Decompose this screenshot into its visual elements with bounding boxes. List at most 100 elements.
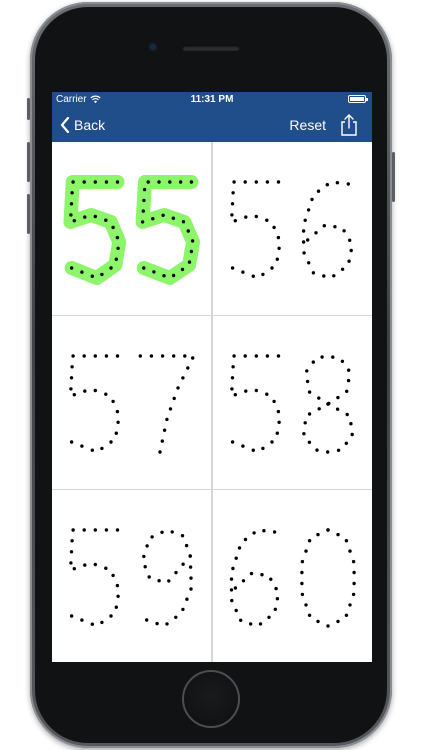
trace-dot <box>69 202 74 206</box>
trace-dot <box>316 189 321 193</box>
trace-dot <box>315 448 319 452</box>
status-bar: Carrier 11:31 PM <box>52 92 372 108</box>
back-label: Back <box>74 117 106 133</box>
trace-dot <box>243 180 247 184</box>
trace-dot <box>348 549 352 553</box>
trace-dot <box>276 235 281 240</box>
trace-dot <box>350 432 354 437</box>
trace-dot <box>276 409 281 414</box>
trace-dot <box>185 597 189 601</box>
trace-dot <box>104 218 108 222</box>
trace-dot <box>300 581 304 586</box>
trace-dot <box>147 575 151 579</box>
trace-dot <box>300 592 305 597</box>
trace-dot <box>70 365 74 369</box>
home-button[interactable] <box>182 670 240 728</box>
trace-dot <box>187 260 192 264</box>
trace-dot <box>274 586 278 591</box>
tracing-cell-57[interactable] <box>52 316 211 489</box>
trace-dot <box>80 618 84 622</box>
digit-canvas[interactable] <box>213 316 372 489</box>
trace-dot <box>340 359 345 363</box>
trace-dot <box>69 376 74 380</box>
trace-dot <box>345 389 349 393</box>
trace-dot <box>93 354 97 358</box>
trace-dot <box>71 180 75 184</box>
tracing-cell-60[interactable] <box>213 490 372 662</box>
trace-dot <box>307 261 311 265</box>
trace-dot <box>272 225 276 230</box>
trace-dot <box>258 622 263 626</box>
trace-dot <box>104 528 109 532</box>
trace-dot <box>310 197 314 202</box>
trace-dot <box>326 624 330 628</box>
trace-dot <box>69 614 74 618</box>
trace-dot <box>249 622 253 626</box>
trace-dot <box>161 213 165 217</box>
trace-dot <box>115 180 120 184</box>
trace-dot <box>100 272 104 277</box>
trace-dot <box>114 257 118 261</box>
trace-dot <box>232 354 236 358</box>
trace-dot <box>346 182 350 186</box>
trace-dot <box>188 554 192 558</box>
trace-dot <box>157 579 161 583</box>
trace-dot <box>72 219 76 223</box>
trace-dot <box>347 259 351 263</box>
digit-canvas[interactable] <box>52 490 211 662</box>
digit-canvas[interactable] <box>213 490 372 662</box>
trace-dot <box>230 598 234 603</box>
trace-dot <box>344 539 349 543</box>
trace-dot <box>336 532 340 537</box>
trace-dot <box>145 618 149 622</box>
trace-dot <box>249 571 254 576</box>
trace-dot <box>346 378 351 383</box>
trace-dot <box>138 354 142 358</box>
tracing-cell-56[interactable] <box>213 142 372 315</box>
trace-dot <box>145 544 149 548</box>
trace-dot <box>352 581 356 586</box>
back-button[interactable]: Back <box>60 108 105 142</box>
trace-dot <box>167 579 171 583</box>
trace-dot <box>172 396 176 401</box>
trace-dot <box>69 561 73 565</box>
digit-canvas[interactable] <box>213 142 372 315</box>
trace-dot <box>301 240 306 244</box>
chevron-left-icon <box>60 117 70 133</box>
digit-canvas[interactable] <box>52 316 211 489</box>
trace-dot <box>300 559 305 564</box>
trace-dot <box>332 274 336 278</box>
trace-dot <box>189 587 193 591</box>
trace-dot <box>269 577 273 581</box>
trace-dot <box>275 431 279 435</box>
trace-dot <box>305 379 310 384</box>
trace-dot <box>241 270 245 274</box>
tracing-cell-58[interactable] <box>213 316 372 489</box>
digit-canvas[interactable] <box>52 142 211 315</box>
trace-dot <box>190 239 195 243</box>
trace-dot <box>83 563 87 567</box>
trace-dot <box>351 592 356 597</box>
tracing-cell-55[interactable] <box>52 142 211 315</box>
reset-button[interactable]: Reset <box>289 108 326 142</box>
trace-dot <box>111 399 115 404</box>
trace-dot <box>172 354 176 358</box>
mute-switch <box>27 98 30 120</box>
trace-dot <box>114 605 118 609</box>
trace-dot <box>143 565 147 569</box>
share-icon[interactable] <box>340 114 358 136</box>
trace-dot <box>115 354 120 358</box>
trace-dot <box>352 570 356 575</box>
trace-dot <box>306 208 311 212</box>
trace-dot <box>351 559 356 564</box>
trace-dot <box>174 615 178 619</box>
trace-dot <box>275 257 279 261</box>
trace-dot <box>277 246 281 250</box>
trace-dot <box>109 266 113 270</box>
trace-dot <box>326 528 330 532</box>
trace-dot <box>174 570 178 575</box>
volume-down-button <box>27 194 30 234</box>
trace-dot <box>160 530 164 534</box>
tracing-cell-59[interactable] <box>52 490 211 662</box>
trace-dot <box>189 180 194 184</box>
